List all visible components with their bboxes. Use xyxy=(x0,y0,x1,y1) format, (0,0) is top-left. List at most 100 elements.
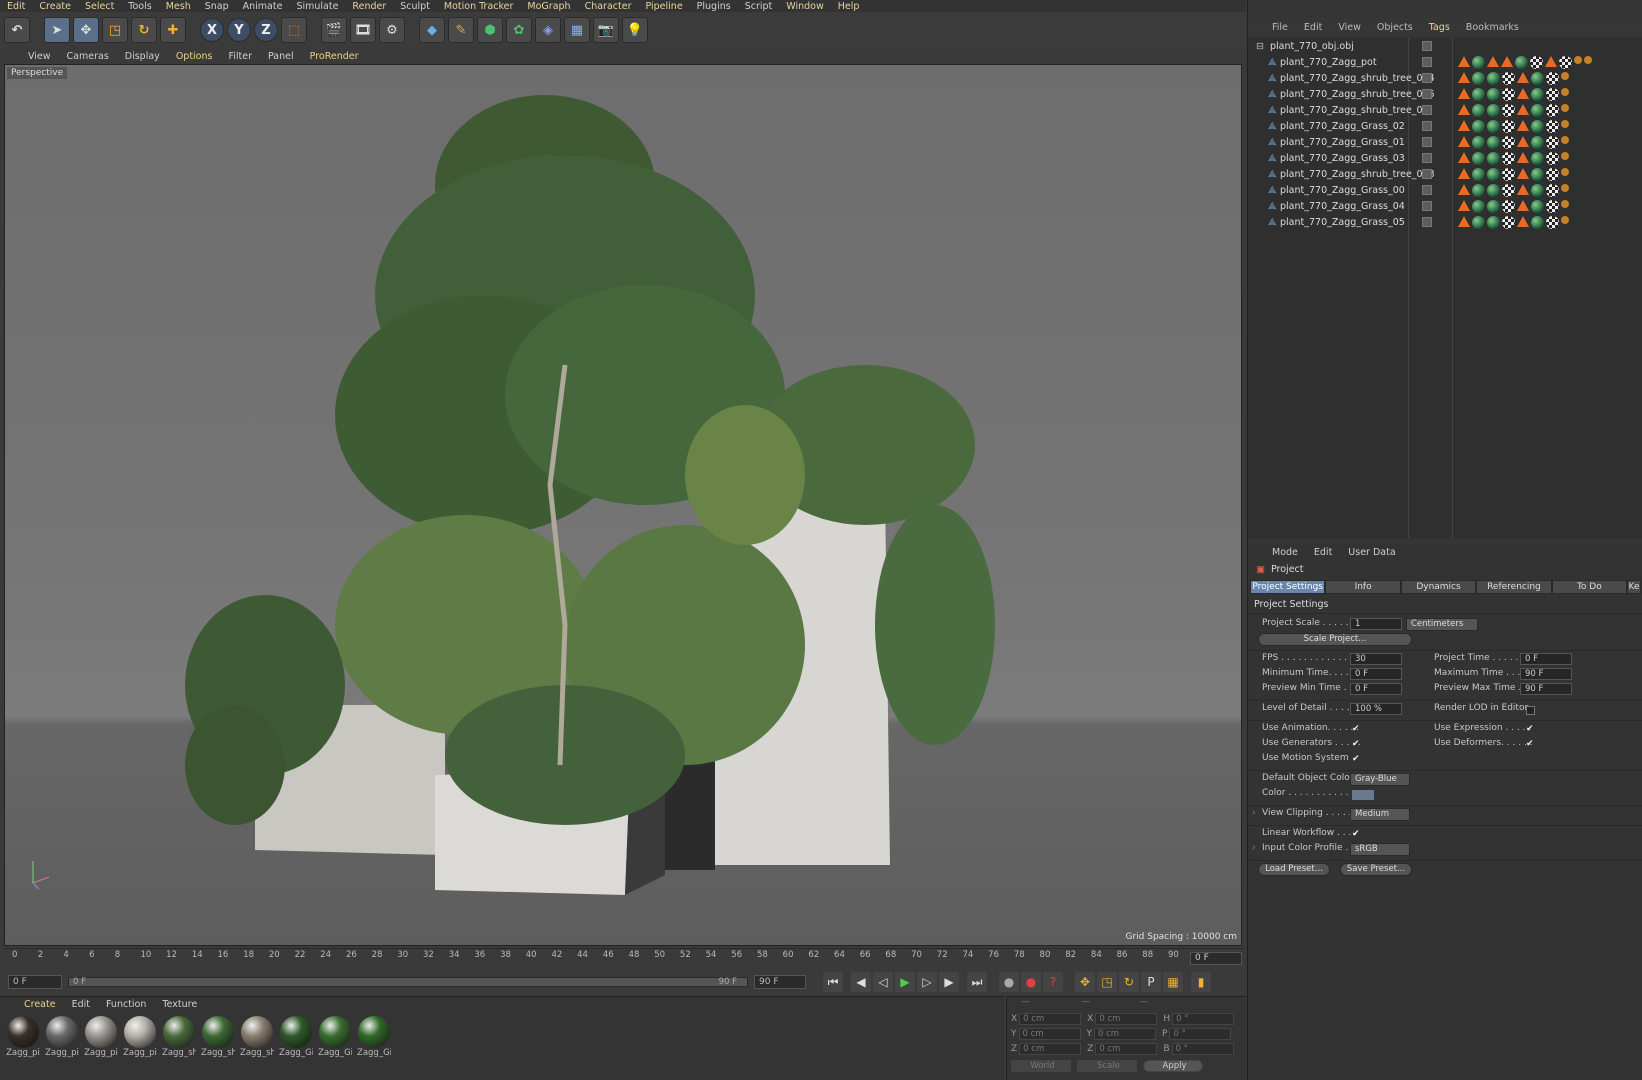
phong-tag-icon[interactable] xyxy=(1458,71,1470,83)
axis-y-button[interactable]: Y xyxy=(227,18,251,42)
material-menu-create[interactable]: Create xyxy=(16,999,64,1010)
move-tool-icon[interactable]: ✥ xyxy=(73,17,99,43)
key-param-icon[interactable]: P xyxy=(1141,972,1161,992)
visibility-icon[interactable] xyxy=(1422,217,1432,227)
material-tag-icon[interactable] xyxy=(1546,183,1559,197)
viewport-perspective[interactable]: Perspective Grid Spacing : 10000 cm xyxy=(4,64,1242,946)
phong-tag-icon[interactable] xyxy=(1458,55,1470,67)
use-generators-checkbox[interactable]: ✔ xyxy=(1352,740,1361,749)
coord-field[interactable]: 0 cm xyxy=(1095,1042,1158,1055)
coord-scale-dropdown[interactable]: Scale xyxy=(1077,1059,1137,1072)
use-animation-checkbox[interactable]: ✔ xyxy=(1352,725,1361,734)
material-swatch[interactable]: Zagg_Gi xyxy=(318,1016,352,1058)
attribute-menu-edit[interactable]: Edit xyxy=(1306,547,1340,558)
axis-x-button[interactable]: X xyxy=(200,18,224,42)
project-scale-input[interactable]: 1 xyxy=(1350,618,1402,630)
record-keys-icon[interactable]: ● xyxy=(999,972,1019,992)
coord-field[interactable]: 0 ° xyxy=(1171,1042,1234,1055)
preview-max-input[interactable]: 90 F xyxy=(1520,683,1572,695)
go-to-start-icon[interactable]: ⏮ xyxy=(823,972,843,992)
viewport-menu-options[interactable]: Options xyxy=(168,51,221,62)
material-tag-icon[interactable] xyxy=(1546,215,1559,229)
lod-input[interactable]: 100 % xyxy=(1350,703,1402,715)
material-tag-icon[interactable] xyxy=(1531,151,1544,165)
material-swatch[interactable]: Zagg_sh xyxy=(162,1016,196,1058)
material-tag-icon[interactable] xyxy=(1472,87,1485,101)
material-tag-icon[interactable] xyxy=(1530,55,1543,69)
light-icon[interactable]: 💡 xyxy=(622,17,648,43)
menu-mesh[interactable]: Mesh xyxy=(159,1,198,12)
use-motion-checkbox[interactable]: ✔ xyxy=(1352,755,1361,764)
material-tag-icon[interactable] xyxy=(1561,183,1569,192)
visibility-icon[interactable] xyxy=(1422,121,1432,131)
coord-apply-button[interactable]: Apply xyxy=(1143,1059,1203,1072)
menu-plugins[interactable]: Plugins xyxy=(690,1,738,12)
viewport-menu-display[interactable]: Display xyxy=(117,51,168,62)
tab-ke[interactable]: Ke xyxy=(1627,580,1642,594)
phong-tag-icon[interactable] xyxy=(1517,151,1529,163)
visibility-icon[interactable] xyxy=(1422,73,1432,83)
current-frame-field[interactable]: 0 F xyxy=(1190,952,1242,965)
material-tag-icon[interactable] xyxy=(1546,119,1559,133)
material-tag-icon[interactable] xyxy=(1472,151,1485,165)
material-tag-icon[interactable] xyxy=(1531,71,1544,85)
object-menu-file[interactable]: File xyxy=(1264,22,1296,33)
input-profile-expand-icon[interactable]: › xyxy=(1252,843,1256,853)
camera-icon[interactable]: 📷 xyxy=(593,17,619,43)
object-menu-view[interactable]: View xyxy=(1330,22,1369,33)
min-time-input[interactable]: 0 F xyxy=(1350,668,1402,680)
material-tag-icon[interactable] xyxy=(1487,135,1500,149)
material-swatch[interactable]: Zagg_pi xyxy=(123,1016,157,1058)
object-row[interactable]: ⟁ plant_770_Zagg_Grass_01 xyxy=(1248,134,1642,150)
coord-world-dropdown[interactable]: World xyxy=(1011,1059,1071,1072)
material-tag-icon[interactable] xyxy=(1546,199,1559,213)
coord-field[interactable]: 0 ° xyxy=(1169,1027,1232,1040)
cube-primitive-icon[interactable]: ◆ xyxy=(419,17,445,43)
material-tag-icon[interactable] xyxy=(1502,87,1515,101)
phong-tag-icon[interactable] xyxy=(1487,55,1499,67)
material-tag-icon[interactable] xyxy=(1531,215,1544,229)
material-tag-icon[interactable] xyxy=(1515,55,1528,69)
viewport-menu-view[interactable]: View xyxy=(20,51,59,62)
phong-tag-icon[interactable] xyxy=(1458,87,1470,99)
phong-tag-icon[interactable] xyxy=(1517,183,1529,195)
view-clipping-expand-icon[interactable]: › xyxy=(1252,808,1256,818)
object-row[interactable]: ⟁ plant_770_Zagg_Grass_05 xyxy=(1248,214,1642,230)
material-tag-icon[interactable] xyxy=(1531,199,1544,213)
material-tag-icon[interactable] xyxy=(1472,199,1485,213)
menu-script[interactable]: Script xyxy=(738,1,780,12)
menu-sculpt[interactable]: Sculpt xyxy=(393,1,437,12)
attribute-menu-user-data[interactable]: User Data xyxy=(1340,547,1403,558)
visibility-icon[interactable] xyxy=(1422,185,1432,195)
material-tag-icon[interactable] xyxy=(1546,135,1559,149)
visibility-icon[interactable] xyxy=(1422,89,1432,99)
material-tag-icon[interactable] xyxy=(1472,71,1485,85)
render-view-icon[interactable]: 🎬 xyxy=(321,17,347,43)
material-tag-icon[interactable] xyxy=(1546,71,1559,85)
material-menu-edit[interactable]: Edit xyxy=(64,999,98,1010)
rotate-tool-icon[interactable]: ↻ xyxy=(131,17,157,43)
viewport-menu-filter[interactable]: Filter xyxy=(220,51,260,62)
viewport-menu-panel[interactable]: Panel xyxy=(260,51,302,62)
material-tag-icon[interactable] xyxy=(1487,199,1500,213)
material-tag-icon[interactable] xyxy=(1531,167,1544,181)
coordinate-system-icon[interactable]: ⬚ xyxy=(281,17,307,43)
coord-field[interactable]: 0 cm xyxy=(1019,1042,1082,1055)
menu-motion-tracker[interactable]: Motion Tracker xyxy=(437,1,521,12)
phong-tag-icon[interactable] xyxy=(1517,87,1529,99)
tab-to-do[interactable]: To Do xyxy=(1551,580,1628,594)
material-swatch[interactable]: Zagg_sh xyxy=(201,1016,235,1058)
pen-spline-icon[interactable]: ✎ xyxy=(448,17,474,43)
phong-tag-icon[interactable] xyxy=(1458,215,1470,227)
scale-project-button[interactable]: Scale Project... xyxy=(1258,633,1412,646)
menu-tools[interactable]: Tools xyxy=(121,1,158,12)
default-color-dropdown[interactable]: Gray-Blue xyxy=(1350,773,1410,786)
menu-window[interactable]: Window xyxy=(779,1,830,12)
key-rotation-icon[interactable]: ↻ xyxy=(1119,972,1139,992)
end-frame-field[interactable]: 90 F xyxy=(754,975,806,989)
object-row[interactable]: ⟁ plant_770_Zagg_Grass_04 xyxy=(1248,198,1642,214)
start-frame-field[interactable]: 0 F xyxy=(8,975,62,989)
coord-field[interactable]: 0 cm xyxy=(1018,1027,1081,1040)
coord-field[interactable]: 0 cm xyxy=(1094,1027,1156,1040)
tab-project-settings[interactable]: Project Settings xyxy=(1250,580,1326,594)
